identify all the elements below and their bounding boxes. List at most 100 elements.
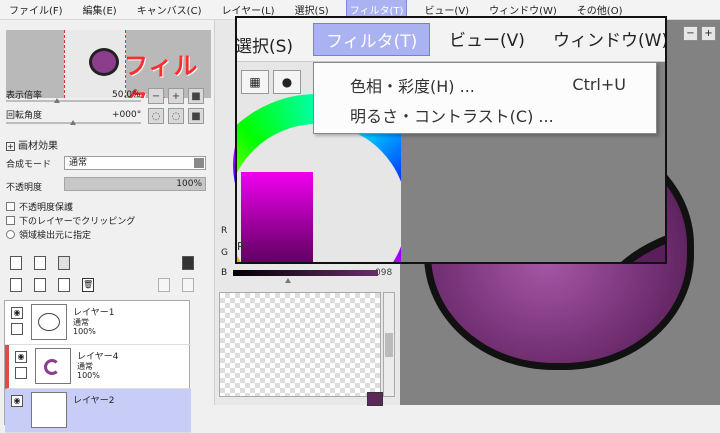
zoom-menu-window[interactable]: ウィンドウ(W) — [553, 26, 665, 51]
zoom-menu-bar: 選択(S) フィルタ(T) ビュー(V) ウィンドウ(W) — [235, 18, 665, 62]
blue-channel-handle[interactable] — [285, 278, 291, 283]
brush-icon: ● — [273, 70, 301, 94]
blend-mode-select[interactable]: 通常 — [64, 156, 206, 170]
menu-file[interactable]: ファイル(F) — [6, 0, 66, 19]
clear-layer-icon[interactable] — [58, 278, 70, 292]
zoom-reset-button[interactable]: ■ — [188, 88, 204, 104]
blue-channel-slider[interactable] — [233, 270, 378, 276]
zoom-in-button[interactable]: + — [168, 88, 184, 104]
square-icon: ■ — [191, 90, 201, 102]
zoom-out-button[interactable]: − — [148, 88, 164, 104]
layer-thumbnail — [31, 392, 67, 428]
zoom-slider[interactable] — [6, 100, 141, 102]
new-layer-icon[interactable] — [10, 256, 22, 270]
rotation-slider-handle[interactable] — [70, 120, 76, 125]
zoom-value: 50.0% — [112, 89, 141, 100]
zoomed-menu-callout: ▦ ● R G 選択(S) フィルタ(T) ビュー(V) ウィンドウ(W) 色相… — [235, 16, 667, 264]
brush-scrollbar[interactable] — [383, 292, 395, 397]
window-buttons: − + — [683, 26, 716, 41]
layer-name: レイヤー2 — [73, 396, 115, 406]
zoom-menu-select: 選択(S) — [235, 37, 294, 57]
checkbox-box — [6, 202, 15, 211]
layer-row[interactable]: ◉ レイヤー4 通常 100% — [5, 345, 191, 389]
rotate-icon: ◌ — [171, 110, 181, 122]
clip-lower-label: 下のレイヤーでクリッピング — [19, 217, 136, 227]
clip-lower-checkbox[interactable]: 下のレイヤーでクリッピング — [6, 214, 135, 227]
plus-icon: + — [171, 90, 181, 102]
checkbox-box — [6, 216, 15, 225]
zoom-slider-handle[interactable] — [54, 98, 60, 103]
menu-item-hue-saturation[interactable]: 色相・彩度(H) ... — [350, 73, 475, 97]
layer-thumbnail — [35, 348, 71, 384]
rotate-icon: ◌ — [151, 110, 161, 122]
rotation-label: 回転角度 — [6, 111, 43, 121]
shortcut-hue-saturation: Ctrl+U — [572, 75, 626, 94]
blend-mode-value: 通常 — [69, 158, 88, 168]
current-color-swatch[interactable] — [367, 392, 383, 406]
menu-canvas[interactable]: キャンバス(C) — [134, 0, 205, 19]
radio-circle — [6, 230, 15, 239]
blend-label: 合成モード — [6, 160, 52, 170]
chevron-down-icon — [194, 158, 204, 168]
layer-thumbnail — [31, 304, 67, 340]
zoom-menu-filter[interactable]: フィルタ(T) — [313, 23, 431, 56]
menu-edit[interactable]: 編集(E) — [80, 0, 120, 19]
square-icon: ■ — [191, 110, 201, 122]
selection-source-radio[interactable]: 領域検出元に指定 — [6, 228, 91, 241]
opacity-slider[interactable]: 100% — [64, 177, 206, 191]
zoom-shape-edge — [591, 222, 665, 262]
layer-lock-checkbox[interactable] — [11, 323, 23, 335]
brush-tool-palette[interactable] — [219, 292, 381, 397]
disabled-icon — [182, 278, 194, 292]
maximize-button[interactable]: + — [701, 26, 716, 41]
plus-icon: + — [704, 28, 713, 39]
channel-label: G — [221, 248, 228, 258]
left-panel: フィルタ→ 表示倍率 50.0% 回転角度 +000° − + ■ ◌ ◌ ■ … — [0, 20, 215, 433]
selection-source-label: 領域検出元に指定 — [19, 231, 92, 241]
expand-icon: + — [6, 142, 15, 151]
rotation-row: 回転角度 +000° — [6, 108, 146, 122]
zoom-channel-label: R — [237, 240, 245, 253]
zoom-sv-square — [241, 172, 313, 262]
layer-lock-checkbox[interactable] — [15, 367, 27, 379]
rotation-value: +000° — [112, 109, 142, 120]
layer-row[interactable]: ◉ レイヤー1 通常 100% — [5, 301, 191, 345]
layer-opacity: 100% — [77, 371, 100, 380]
layer-row[interactable]: ◉ レイヤー2 — [5, 389, 191, 433]
protect-opacity-checkbox[interactable]: 不透明度保護 — [6, 200, 73, 213]
rotate-reset-button[interactable]: ■ — [188, 108, 204, 124]
eye-icon[interactable]: ◉ — [11, 307, 23, 319]
layer-list: ◉ レイヤー1 通常 100% ◉ レイヤー4 通常 100% ◉ レイヤー2 — [4, 300, 191, 433]
channel-label: R — [221, 226, 228, 236]
protect-opacity-label: 不透明度保護 — [19, 203, 74, 213]
minimize-button[interactable]: − — [683, 26, 698, 41]
channel-label: B — [221, 268, 228, 278]
zoom-channel-label: G — [237, 262, 246, 264]
layer-mask-icon[interactable] — [182, 256, 194, 270]
rotate-right-button[interactable]: ◌ — [168, 108, 184, 124]
opacity-label: 不透明度 — [6, 183, 43, 193]
blue-channel-value: 098 — [375, 268, 393, 278]
rotate-left-button[interactable]: ◌ — [148, 108, 164, 124]
eye-icon[interactable]: ◉ — [11, 395, 23, 407]
trash-icon: 🗑 — [83, 280, 94, 289]
merge-down-icon[interactable] — [34, 278, 46, 292]
new-linework-layer-icon[interactable] — [34, 256, 46, 270]
zoom-menu-view[interactable]: ビュー(V) — [449, 26, 525, 51]
minus-icon: − — [686, 28, 695, 39]
texture-section[interactable]: + 画材効果 — [6, 137, 58, 152]
menu-item-brightness-contrast[interactable]: 明るさ・コントラスト(C) ... — [350, 103, 554, 127]
transfer-down-icon[interactable] — [10, 278, 22, 292]
palette-icon: ▦ — [241, 70, 269, 94]
opacity-value: 100% — [176, 179, 202, 189]
zoom-tool-strip: ▦ ● — [241, 70, 301, 94]
minus-icon: − — [151, 90, 161, 102]
delete-layer-icon[interactable]: 🗑 — [82, 278, 94, 292]
disabled-icon — [158, 278, 170, 292]
new-folder-icon[interactable] — [58, 256, 70, 270]
texture-label: 画材効果 — [18, 141, 58, 152]
layer-opacity: 100% — [73, 327, 96, 336]
eye-icon[interactable]: ◉ — [15, 351, 27, 363]
scrollbar-thumb[interactable] — [385, 333, 393, 357]
navigator-blob-thumbnail — [89, 48, 119, 76]
